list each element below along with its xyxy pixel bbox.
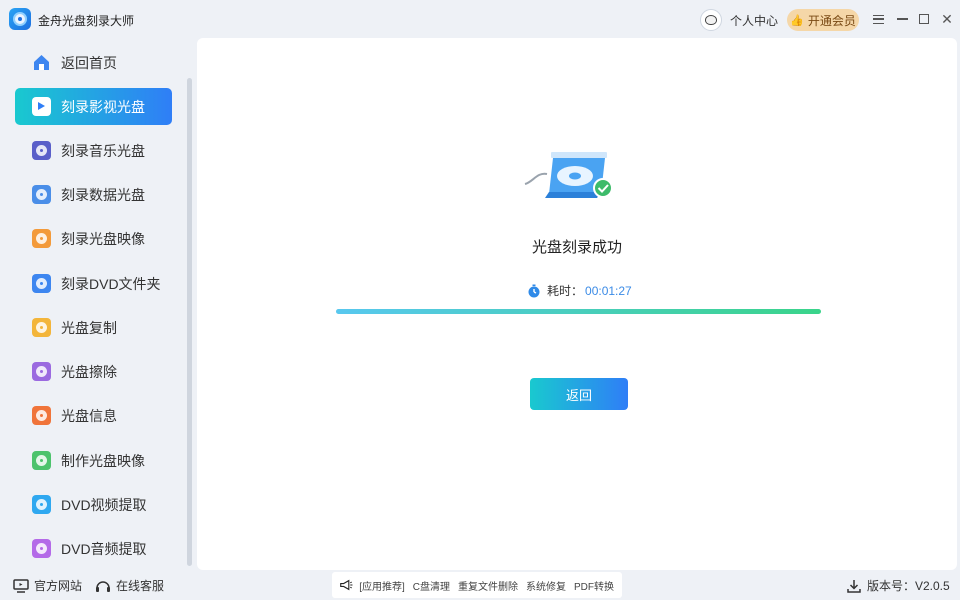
version-info: 版本号：V2.0.5	[847, 577, 950, 594]
sidebar-item-7[interactable]: 光盘擦除	[15, 353, 172, 390]
sidebar-item-label: DVD音频提取	[61, 540, 147, 557]
sidebar-item-label: 刻录音乐光盘	[61, 142, 145, 159]
recommend-item[interactable]: C盘清理	[413, 578, 450, 593]
music-disc-icon	[32, 141, 51, 160]
elapsed-time-value: 00:01:27	[585, 283, 632, 298]
stopwatch-icon	[528, 284, 540, 297]
sidebar-item-label: 返回首页	[61, 54, 117, 71]
elapsed-time-row: 耗时： 00:01:27	[527, 282, 632, 299]
app-logo-icon	[9, 8, 31, 30]
video-disc-icon	[32, 97, 51, 116]
sidebar-item-1[interactable]: 刻录影视光盘	[15, 88, 172, 125]
main-panel: 光盘刻录成功 耗时： 00:01:27 返回	[197, 38, 957, 570]
avatar-icon	[700, 9, 722, 31]
title-bar: 金舟光盘刻录大师 个人中心 👍 开通会员 ✕	[0, 0, 960, 38]
vip-button[interactable]: 👍 开通会员	[787, 9, 859, 31]
data-disc-icon	[32, 185, 51, 204]
online-service-link[interactable]: 在线客服	[95, 577, 164, 594]
sidebar-item-6[interactable]: 光盘复制	[15, 309, 172, 346]
sidebar-item-0[interactable]: 返回首页	[15, 44, 172, 81]
user-center-label: 个人中心	[730, 13, 779, 28]
menu-button[interactable]	[868, 9, 888, 29]
monitor-icon	[13, 578, 29, 593]
close-button[interactable]: ✕	[937, 9, 957, 29]
elapsed-time-label: 耗时：	[547, 284, 584, 298]
maximize-icon	[919, 14, 929, 24]
sidebar-item-10[interactable]: DVD视频提取	[15, 486, 172, 523]
sidebar-item-label: 刻录光盘映像	[61, 230, 145, 247]
disc-image-icon	[32, 229, 51, 248]
disc-erase-icon	[32, 362, 51, 381]
sidebar-item-label: 光盘擦除	[61, 363, 117, 380]
recommend-item[interactable]: 重复文件删除	[458, 578, 518, 593]
sidebar-item-label: 刻录影视光盘	[61, 98, 145, 115]
minimize-icon	[896, 18, 908, 20]
sidebar-item-label: 光盘复制	[61, 319, 117, 336]
sidebar-item-3[interactable]: 刻录数据光盘	[15, 176, 172, 213]
official-site-label: 官方网站	[34, 579, 83, 593]
sidebar-item-label: DVD视频提取	[61, 496, 147, 513]
sidebar-item-label: 刻录DVD文件夹	[61, 275, 161, 292]
disc-burner-success-icon	[524, 152, 613, 198]
online-service-label: 在线客服	[116, 579, 165, 593]
sidebar-scrollbar[interactable]	[187, 78, 192, 566]
footer-bar: 官方网站 在线客服 [应用推荐] C盘清理 重复文件删除 系统修复 PDF转换 …	[0, 570, 960, 600]
sidebar-item-11[interactable]: DVD音频提取	[15, 530, 172, 567]
home-icon	[32, 53, 51, 72]
official-site-link[interactable]: 官方网站	[13, 577, 82, 594]
maximize-button[interactable]	[914, 9, 934, 29]
headset-icon	[96, 580, 110, 592]
sidebar-item-8[interactable]: 光盘信息	[15, 397, 172, 434]
sidebar-item-5[interactable]: 刻录DVD文件夹	[15, 265, 172, 302]
hamburger-icon	[872, 14, 884, 24]
disc-info-icon	[32, 406, 51, 425]
recommend-label: [应用推荐]	[359, 581, 405, 593]
sidebar-item-4[interactable]: 刻录光盘映像	[15, 220, 172, 257]
sidebar-item-2[interactable]: 刻录音乐光盘	[15, 132, 172, 169]
user-center-button[interactable]: 个人中心	[700, 9, 778, 31]
minimize-button[interactable]	[892, 9, 912, 29]
sidebar-item-label: 刻录数据光盘	[61, 186, 145, 203]
dvd-folder-icon	[32, 274, 51, 293]
megaphone-icon	[340, 579, 353, 591]
back-button[interactable]: 返回	[530, 378, 628, 410]
make-image-icon	[32, 451, 51, 470]
app-title: 金舟光盘刻录大师	[38, 14, 135, 28]
progress-bar	[336, 309, 821, 314]
vip-button-label: 开通会员	[807, 13, 856, 28]
download-icon	[847, 579, 861, 593]
sidebar-item-9[interactable]: 制作光盘映像	[15, 442, 172, 479]
sidebar-item-label: 光盘信息	[61, 407, 117, 424]
progress-fill	[336, 309, 821, 314]
dvd-video-extract-icon	[32, 495, 51, 514]
dvd-audio-extract-icon	[32, 539, 51, 558]
sidebar: 返回首页刻录影视光盘 刻录音乐光盘 刻录数据光盘 刻录光盘映像 刻录DVD文件夹 光盘复制…	[0, 38, 194, 570]
sidebar-item-label: 制作光盘映像	[61, 452, 145, 469]
version-label: 版本号：V2.0.5	[867, 579, 950, 593]
recommend-item[interactable]: PDF转换	[574, 578, 614, 593]
disc-copy-icon	[32, 318, 51, 337]
app-recommend-bar: [应用推荐] C盘清理 重复文件删除 系统修复 PDF转换	[332, 572, 622, 598]
recommend-item[interactable]: 系统修复	[526, 578, 566, 593]
close-icon: ✕	[941, 10, 953, 27]
status-title: 光盘刻录成功	[531, 239, 622, 256]
thumbs-up-icon: 👍	[790, 14, 804, 27]
